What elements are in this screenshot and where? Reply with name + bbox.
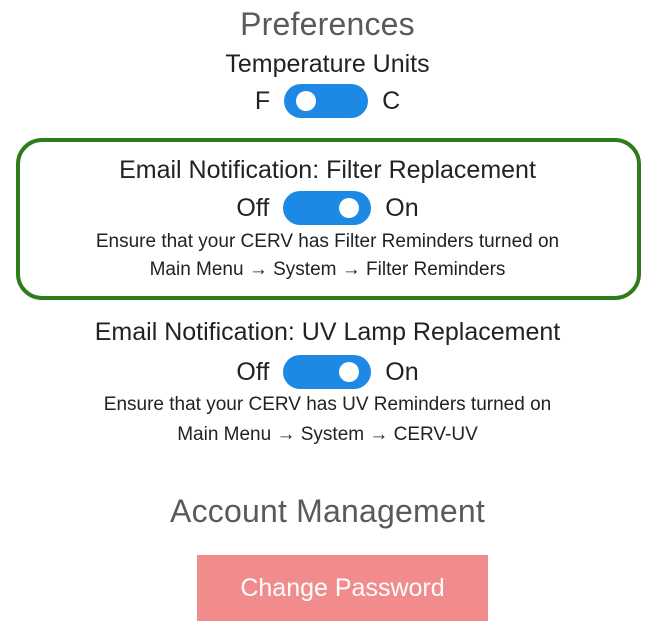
uv-notification-hint-line2: Main Menu → System → CERV-UV xyxy=(177,424,478,445)
temperature-fahrenheit-label: F xyxy=(254,86,271,115)
temperature-units-toggle-row: F C xyxy=(0,83,655,119)
filter-notification-hint-line2: Main Menu → System → Filter Reminders xyxy=(149,259,506,280)
uv-notification-toggle[interactable] xyxy=(283,355,372,389)
toggle-knob xyxy=(296,91,317,111)
filter-notification-on-label: On xyxy=(385,193,419,222)
filter-notification-toggle[interactable] xyxy=(283,191,372,225)
temperature-units-toggle[interactable] xyxy=(284,84,369,118)
change-password-button[interactable]: Change Password xyxy=(197,555,488,621)
temperature-units-label: Temperature Units xyxy=(225,50,430,78)
uv-notification-label: Email Notification: UV Lamp Replacement xyxy=(94,318,561,346)
preferences-heading: Preferences xyxy=(240,6,415,42)
filter-notification-off-label: Off xyxy=(236,193,270,222)
account-management-heading: Account Management xyxy=(170,493,485,529)
uv-notification-toggle-row: Off On xyxy=(0,354,655,390)
toggle-knob xyxy=(339,362,360,382)
filter-notification-hint-line1: Ensure that your CERV has Filter Reminde… xyxy=(95,231,560,252)
toggle-knob xyxy=(339,198,360,218)
uv-notification-on-label: On xyxy=(385,357,419,386)
uv-notification-off-label: Off xyxy=(236,357,270,386)
filter-notification-label: Email Notification: Filter Replacement xyxy=(119,156,536,184)
uv-notification-hint-line1: Ensure that your CERV has UV Reminders t… xyxy=(103,394,552,415)
temperature-celsius-label: C xyxy=(382,86,401,115)
filter-notification-toggle-row: Off On xyxy=(0,190,655,226)
